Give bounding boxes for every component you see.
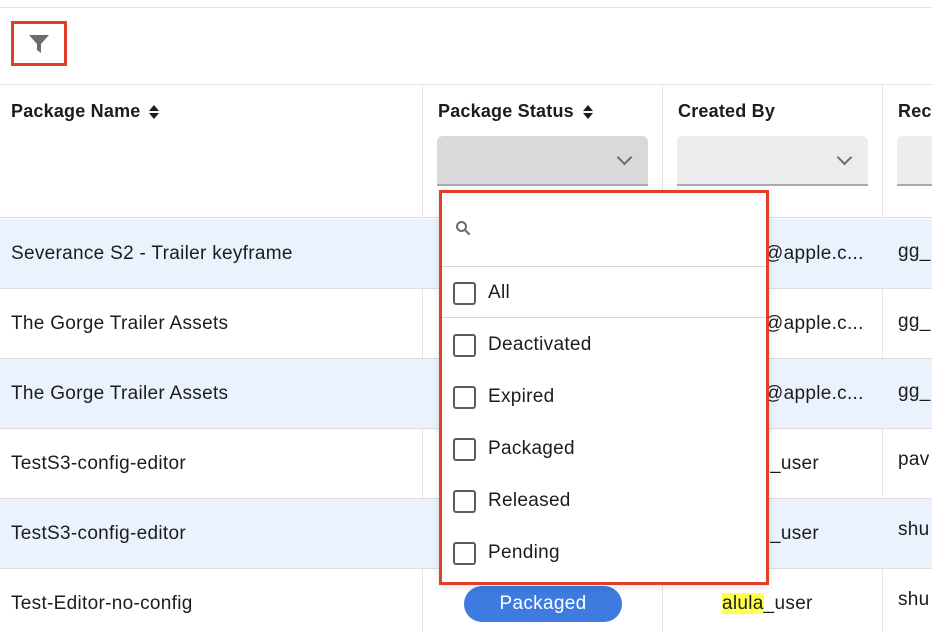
package-name-cell: Severance S2 - Trailer keyframe — [11, 243, 293, 264]
option-all[interactable]: All — [442, 268, 766, 318]
header-label: Package Status — [438, 101, 574, 121]
rec-cell: gg_ — [898, 311, 931, 332]
checkbox[interactable] — [453, 385, 476, 409]
search-match-highlight: alula — [722, 593, 764, 614]
option-label: Packaged — [488, 438, 575, 459]
option-label: Deactivated — [488, 334, 592, 355]
rec-cell: gg_ — [898, 381, 931, 402]
rec-cell: shu — [898, 519, 930, 540]
rec-filter-select[interactable] — [897, 136, 932, 186]
created-by-cell: _user — [770, 523, 820, 544]
checkbox[interactable] — [453, 437, 476, 461]
header-rec: Rec — [898, 101, 932, 122]
header-package-name[interactable]: Package Name — [11, 101, 160, 122]
header-package-status[interactable]: Package Status — [438, 101, 593, 122]
option-label: Released — [488, 490, 571, 511]
checkbox[interactable] — [453, 281, 476, 305]
package-name-cell: TestS3-config-editor — [11, 523, 186, 544]
created-by-cell: @apple.c... — [764, 243, 864, 264]
option-packaged[interactable]: Packaged — [442, 424, 766, 474]
option-released[interactable]: Released — [442, 476, 766, 526]
option-expired[interactable]: Expired — [442, 372, 766, 422]
sort-icon[interactable] — [582, 104, 593, 119]
dropdown-search-input[interactable] — [480, 213, 750, 245]
dropdown-search — [442, 193, 766, 267]
created-by-cell: alula_user — [722, 593, 813, 615]
filter-button[interactable] — [11, 21, 67, 66]
created-by-rest: _user — [763, 593, 813, 614]
created-by-cell: @apple.c... — [764, 383, 864, 404]
rec-cell: gg_ — [898, 241, 931, 262]
package-name-cell: Test-Editor-no-config — [11, 593, 193, 614]
option-label: All — [488, 282, 511, 303]
checkbox[interactable] — [453, 489, 476, 513]
package-name-cell: TestS3-config-editor — [11, 453, 186, 474]
status-filter-dropdown: All Deactivated Expired Packaged Release… — [439, 190, 769, 585]
header-created-by: Created By — [678, 101, 775, 122]
chevron-down-icon — [836, 149, 853, 166]
option-deactivated[interactable]: Deactivated — [442, 320, 766, 370]
sort-icon[interactable] — [149, 104, 160, 119]
header-label: Created By — [678, 101, 776, 121]
header-label: Rec — [898, 101, 932, 121]
top-border — [0, 0, 932, 8]
package-name-cell: The Gorge Trailer Assets — [11, 313, 229, 334]
chevron-down-icon — [616, 149, 633, 166]
option-pending[interactable]: Pending — [442, 528, 766, 578]
created-by-cell: _user — [770, 453, 820, 474]
filter-funnel-icon — [29, 34, 49, 53]
package-name-cell: The Gorge Trailer Assets — [11, 383, 229, 404]
rec-cell: shu — [898, 589, 930, 610]
checkbox[interactable] — [453, 541, 476, 565]
option-label: Expired — [488, 386, 555, 407]
created-by-cell: @apple.c... — [764, 313, 864, 334]
option-label: Pending — [488, 542, 560, 563]
checkbox[interactable] — [453, 333, 476, 357]
dropdown-divider — [442, 317, 766, 318]
status-badge: Packaged — [464, 586, 622, 622]
rec-cell: pav — [898, 449, 930, 470]
search-icon — [456, 221, 471, 236]
created-by-filter-select[interactable] — [677, 136, 868, 186]
status-filter-select[interactable] — [437, 136, 648, 186]
header-label: Package Name — [11, 101, 141, 121]
